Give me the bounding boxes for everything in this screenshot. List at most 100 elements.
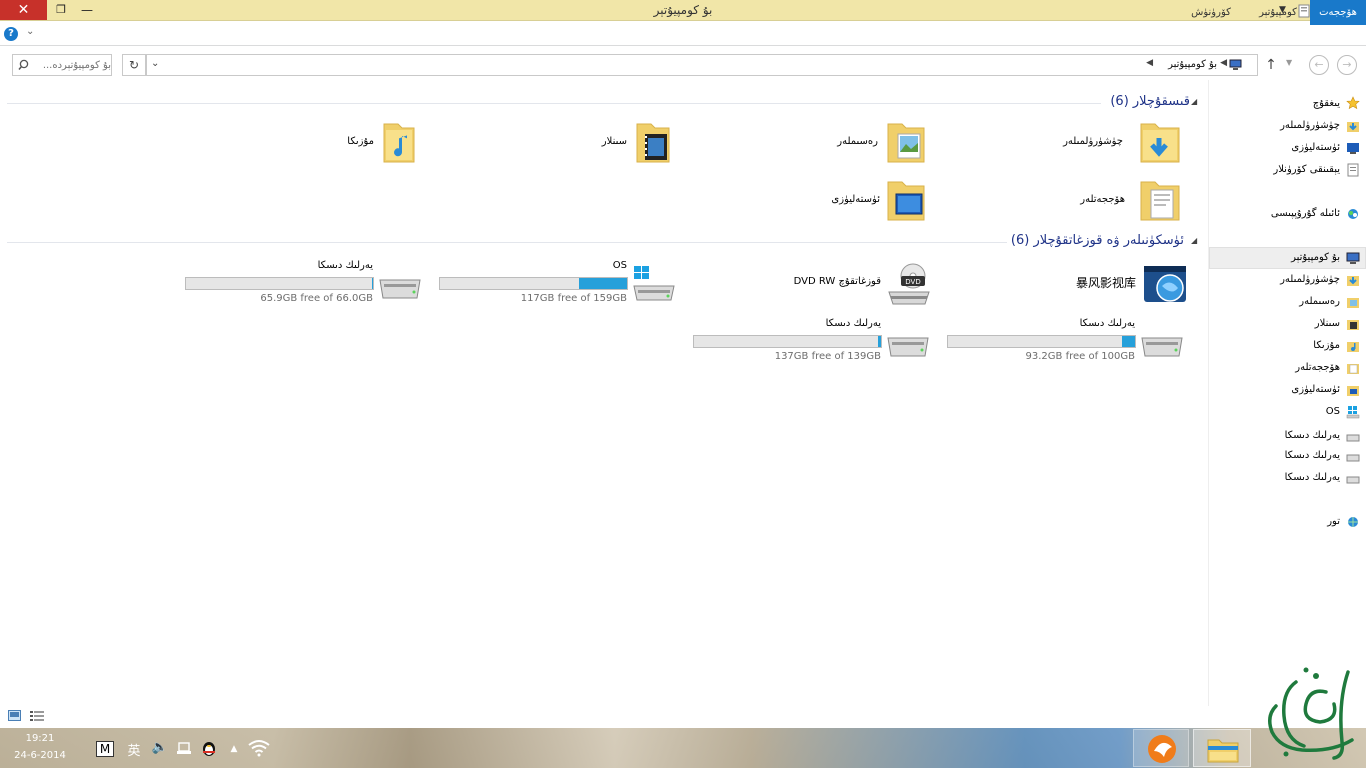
qq-penguin-icon[interactable] (200, 739, 218, 757)
nav-pc-music[interactable]: مۇزىكا (1209, 336, 1366, 356)
folder-pictures[interactable]: رەسىملەر (780, 118, 930, 168)
minimize-button[interactable]: — (76, 2, 98, 18)
nav-pc-videos[interactable]: سىنلار (1209, 314, 1366, 334)
desktop-folder-icon (887, 181, 925, 221)
folder-documents[interactable]: ھۆججەتلەر (1010, 176, 1185, 226)
nav-pc-local-disk[interactable]: يەرلىك دىسكا (1209, 468, 1366, 488)
drive-usage-fill (878, 336, 881, 347)
system-drive-icon (633, 266, 675, 301)
ribbon-bar (0, 21, 1366, 46)
drive-local-disk[interactable]: يەرلىك دىسكا 65.9GB free of 66.0GB (176, 258, 426, 308)
taskbar-file-explorer-button[interactable] (1193, 729, 1251, 767)
action-center-flag-icon[interactable] (176, 741, 194, 757)
videos-folder-icon (1347, 320, 1359, 330)
clock-date[interactable]: 24-6-2014 (10, 750, 70, 761)
drive-dvd[interactable]: قوزغاتقۇچ DVD RW DVD (760, 262, 935, 308)
nav-this-pc[interactable]: بۇ كومپيۇتېر (1209, 248, 1366, 268)
media-library-icon (1144, 266, 1186, 302)
folder-label: سىنلار (601, 136, 627, 147)
nav-pc-documents[interactable]: ھۆججەتلەر (1209, 358, 1366, 378)
drive-name: قوزغاتقۇچ DVD RW (793, 276, 881, 287)
search-box[interactable] (12, 54, 112, 76)
show-hidden-icons-icon[interactable]: ▲ (226, 744, 242, 754)
hard-drive-icon (1346, 476, 1360, 484)
close-button[interactable]: ✕ (0, 0, 47, 20)
help-icon[interactable]: ? (4, 27, 18, 41)
search-icon[interactable] (18, 59, 29, 71)
drive-local-disk[interactable]: يەرلىك دىسكا 137GB free of 139GB (684, 316, 934, 366)
nav-pc-os[interactable]: OS (1209, 402, 1366, 422)
folder-label: چۈشۈرۈلمىلەر (1063, 136, 1123, 147)
breadcrumb-this-pc[interactable]: بۇ كومپيۇتېر (1168, 59, 1217, 70)
folder-downloads[interactable]: چۈشۈرۈلمىلەر (1010, 118, 1185, 168)
drive-usage-bar (439, 277, 628, 290)
breadcrumb-chevron-icon[interactable]: ◀ (1146, 58, 1153, 68)
ime-language-indicator[interactable]: 英 (124, 740, 144, 759)
folders-group-header[interactable]: قىسقۇچلار (6) (1110, 94, 1190, 109)
drive-usage-bar (947, 335, 1136, 348)
nav-label: مۇزىكا (1313, 340, 1340, 351)
recent-places-icon (1347, 163, 1359, 177)
network-icon (1348, 517, 1358, 527)
nav-pc-downloads[interactable]: چۈشۈرۈلمىلەر (1209, 270, 1366, 290)
nav-favorites[interactable]: يىغقۇچ (1209, 94, 1366, 114)
nav-pc-local-disk[interactable]: يەرلىك دىسكا (1209, 426, 1366, 446)
computer-icon (1229, 59, 1242, 70)
search-input[interactable] (31, 55, 111, 75)
dvd-drive-icon: DVD (888, 263, 930, 305)
folder-videos[interactable]: سىنلار (560, 118, 675, 168)
group-divider (7, 103, 1101, 104)
drive-usage-bar (185, 277, 374, 290)
address-history-chevron-icon[interactable]: ⌄ (151, 58, 159, 69)
address-bar[interactable]: ⌄ ◀ بۇ كومپيۇتېر ◀ (146, 54, 1258, 76)
nav-pc-local-disk[interactable]: يەرلىك دىسكا (1209, 446, 1366, 466)
window-title: بۇ كومپيۇتېر (653, 3, 713, 17)
tab-computer[interactable]: كومپيۇتېر (1250, 0, 1306, 25)
back-button[interactable]: ← (1309, 55, 1329, 75)
recent-locations-chevron-icon[interactable]: ▼ (1286, 58, 1292, 67)
up-arrow-icon[interactable]: ↑ (1263, 56, 1279, 74)
nav-label: يەرلىك دىسكا (1284, 472, 1340, 483)
refresh-button[interactable]: ↻ (122, 54, 146, 76)
volume-icon[interactable]: 🔈 (150, 740, 170, 755)
nav-label: چۈشۈرۈلمىلەر (1280, 120, 1340, 131)
expand-ribbon-icon[interactable]: ⌄ (26, 26, 34, 37)
nav-label: OS (1325, 406, 1340, 417)
large-icons-view-icon[interactable] (8, 710, 21, 721)
drive-media-library[interactable]: 暴风影视库 (1040, 262, 1190, 308)
hard-drive-icon (1346, 434, 1360, 442)
tab-view[interactable]: كۆرۈنۈش (1180, 0, 1242, 25)
nav-fav-desktop[interactable]: ئۈستەليۈزى (1209, 138, 1366, 158)
hard-drive-icon (887, 337, 929, 357)
devices-group-header[interactable]: ئۈسكۈنىلەر ۋە قوزغاتقۇچلار (6) (1011, 233, 1184, 248)
collapse-arrow-icon[interactable]: ◢ (1191, 236, 1197, 245)
nav-fav-downloads[interactable]: چۈشۈرۈلمىلەر (1209, 116, 1366, 136)
drive-local-disk[interactable]: يەرلىك دىسكا 93.2GB free of 100GB (938, 316, 1188, 366)
folder-desktop[interactable]: ئۈستەليۈزى (790, 176, 930, 226)
svg-text:DVD: DVD (905, 278, 920, 286)
drive-os[interactable]: OS 117GB free of 159GB (430, 258, 680, 308)
drive-usage-bar (693, 335, 882, 348)
nav-homegroup[interactable]: ئائىلە گۇرۇپپىسى (1209, 204, 1366, 224)
nav-pc-pictures[interactable]: رەسىملەر (1209, 292, 1366, 312)
music-folder-icon (383, 123, 415, 163)
details-view-icon[interactable] (30, 710, 44, 721)
computer-icon (1346, 252, 1360, 264)
breadcrumb-root-chevron-icon[interactable]: ◀ (1220, 58, 1227, 68)
group-divider (7, 242, 1007, 243)
drive-name: يەرلىك دىسكا (317, 260, 373, 271)
ime-mode-indicator[interactable]: M (96, 741, 114, 757)
taskbar-media-player-button[interactable] (1133, 729, 1189, 767)
tab-file[interactable]: ھۆججەت (1310, 0, 1366, 25)
clock-time[interactable]: 19:21 (10, 733, 70, 744)
nav-network[interactable]: تور (1209, 512, 1366, 532)
drive-name: 暴风影视库 (1075, 276, 1136, 290)
forward-button[interactable]: → (1337, 55, 1357, 75)
collapse-arrow-icon[interactable]: ◢ (1191, 97, 1197, 106)
restore-button[interactable]: ❐ (50, 2, 72, 18)
nav-fav-recent[interactable]: يېقىنقى كۆرۈنلار (1209, 160, 1366, 180)
nav-pc-desktop[interactable]: ئۈستەليۈزى (1209, 380, 1366, 400)
wifi-icon[interactable] (248, 739, 270, 757)
videos-folder-icon (636, 123, 670, 163)
folder-music[interactable]: مۇزىكا (310, 118, 420, 168)
